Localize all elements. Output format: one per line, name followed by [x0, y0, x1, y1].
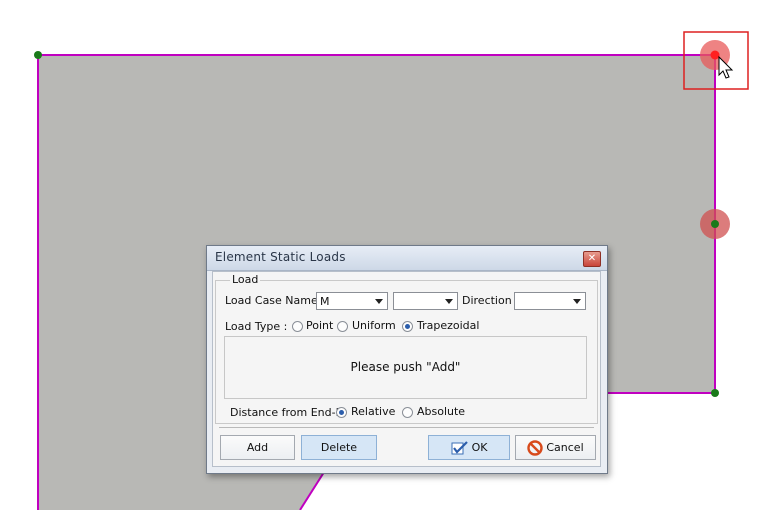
load-type-trapezoidal-radio[interactable]: [402, 321, 413, 332]
checkmark-icon: [451, 441, 468, 455]
cancel-icon: [527, 440, 544, 456]
load-group-label: Load: [230, 273, 261, 286]
info-message: Please push "Add": [350, 360, 461, 374]
delete-button[interactable]: Delete: [301, 435, 377, 460]
distance-absolute-radio[interactable]: [402, 407, 413, 418]
distance-absolute-label[interactable]: Absolute: [417, 405, 465, 418]
direction-label: Direction :: [462, 294, 519, 307]
ok-button[interactable]: OK: [428, 435, 510, 460]
distance-relative-label[interactable]: Relative: [351, 405, 395, 418]
cancel-label: Cancel: [546, 441, 584, 454]
load-type-label: Load Type :: [225, 320, 288, 333]
load-groupbox: Load Load Case Name : M Direction : Load…: [215, 273, 598, 424]
node-top-left[interactable]: [34, 51, 42, 59]
distance-label: Distance from End-I: [230, 406, 339, 419]
load-type-uniform-radio[interactable]: [337, 321, 348, 332]
load-type-trapezoidal-label[interactable]: Trapezoidal: [417, 319, 479, 332]
node-mid-right[interactable]: [711, 220, 719, 228]
element-static-loads-dialog: Element Static Loads ✕ Load Load Case Na…: [206, 245, 608, 474]
load-case-label: Load Case Name :: [225, 294, 325, 307]
close-icon[interactable]: ✕: [583, 251, 601, 267]
distance-relative-radio[interactable]: [336, 407, 347, 418]
direction-combo[interactable]: [514, 292, 586, 310]
load-type-point-label[interactable]: Point: [306, 319, 333, 332]
dialog-titlebar[interactable]: Element Static Loads ✕: [207, 246, 607, 271]
dialog-client-area: Load Load Case Name : M Direction : Load…: [212, 271, 601, 467]
chevron-down-icon: [573, 299, 581, 304]
ok-label: OK: [471, 441, 488, 454]
load-type-uniform-label[interactable]: Uniform: [352, 319, 396, 332]
add-button[interactable]: Add: [220, 435, 295, 460]
load-case-value: M: [320, 295, 330, 308]
load-case-combo[interactable]: M: [316, 292, 388, 310]
node-bottom-right[interactable]: [711, 389, 719, 397]
chevron-down-icon: [445, 299, 453, 304]
button-separator: [219, 427, 594, 428]
dialog-title: Element Static Loads: [215, 250, 346, 264]
secondary-combo[interactable]: [393, 292, 458, 310]
chevron-down-icon: [375, 299, 383, 304]
node-top-right-selected[interactable]: [710, 50, 720, 60]
load-type-point-radio[interactable]: [292, 321, 303, 332]
cancel-button[interactable]: Cancel: [515, 435, 596, 460]
load-list-area: Please push "Add": [224, 336, 587, 399]
